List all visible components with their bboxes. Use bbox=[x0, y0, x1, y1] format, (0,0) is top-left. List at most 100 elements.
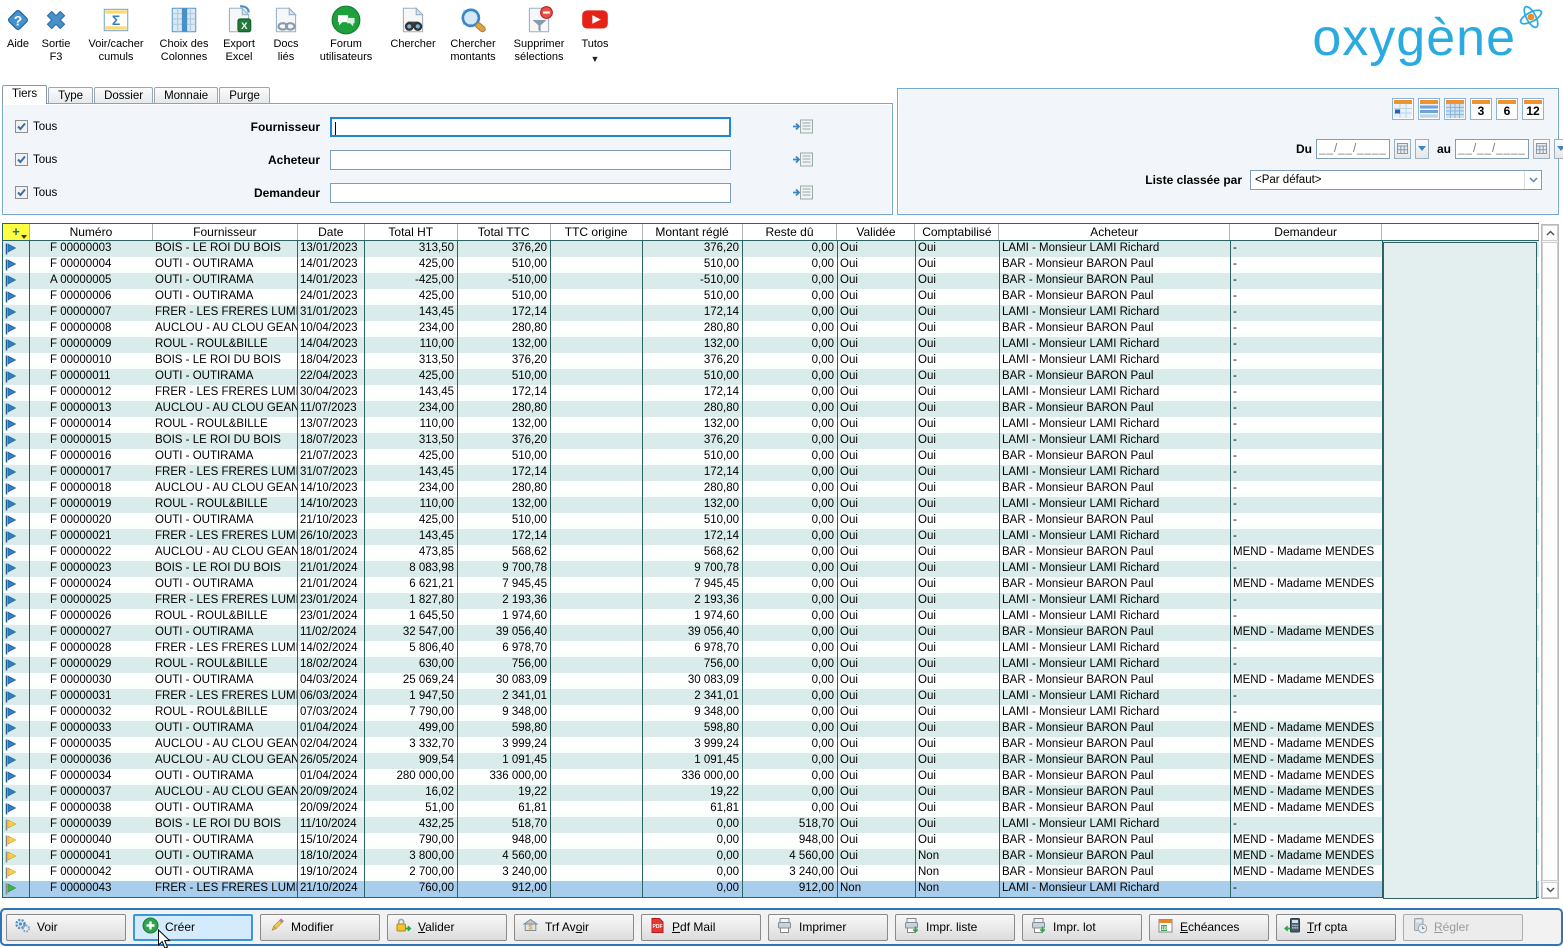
vertical-scrollbar[interactable] bbox=[1541, 224, 1559, 899]
picklist-icon-fournisseur[interactable] bbox=[792, 118, 814, 135]
column-header-reste-du[interactable]: Reste dû bbox=[743, 224, 838, 240]
table-row[interactable]: F 00000038OUTI - OUTIRAMA20/09/202451,00… bbox=[3, 801, 1539, 817]
picklist-icon-acheteur[interactable] bbox=[792, 151, 814, 168]
table-row[interactable]: F 00000004OUTI - OUTIRAMA14/01/2023425,0… bbox=[3, 257, 1539, 273]
period-day-button[interactable] bbox=[1392, 98, 1414, 120]
creer-button[interactable]: Créer bbox=[133, 914, 253, 941]
add-row-header-button[interactable]: + bbox=[3, 224, 30, 240]
table-row[interactable]: F 00000032ROUL - ROUL&BILLE07/03/20247 7… bbox=[3, 705, 1539, 721]
tab-tiers[interactable]: Tiers bbox=[2, 85, 47, 104]
table-row[interactable]: F 00000011OUTI - OUTIRAMA22/04/2023425,0… bbox=[3, 369, 1539, 385]
valider-button[interactable]: Valider bbox=[387, 914, 507, 941]
table-row[interactable]: F 00000020OUTI - OUTIRAMA21/10/2023425,0… bbox=[3, 513, 1539, 529]
column-header-date[interactable]: Date bbox=[298, 224, 365, 240]
date-to-calendar-button[interactable] bbox=[1533, 139, 1550, 159]
scrollbar-thumb[interactable] bbox=[1542, 242, 1558, 881]
column-header-montant-regle[interactable]: Montant réglé bbox=[643, 224, 743, 240]
acheteur-input[interactable] bbox=[330, 150, 731, 170]
table-row[interactable]: F 00000039BOIS - LE ROI DU BOIS11/10/202… bbox=[3, 817, 1539, 833]
voir-button[interactable]: Voir bbox=[6, 914, 126, 941]
trf-avoir-button[interactable]: $Trf Avoir bbox=[514, 914, 634, 941]
table-row[interactable]: F 00000026ROUL - ROUL&BILLE23/01/20241 6… bbox=[3, 609, 1539, 625]
pdf-mail-button[interactable]: PDFPdf Mail bbox=[641, 914, 761, 941]
table-row[interactable]: F 00000043FRER - LES FRERES LUMI21/10/20… bbox=[3, 881, 1539, 897]
date-to-dropdown-button[interactable] bbox=[1554, 139, 1563, 159]
table-row[interactable]: F 00000006OUTI - OUTIRAMA24/01/2023425,0… bbox=[3, 289, 1539, 305]
toolbar-button-forum-utilisateurs[interactable]: Forum utilisateurs bbox=[309, 4, 383, 63]
picklist-icon-demandeur[interactable] bbox=[792, 184, 814, 201]
table-row[interactable]: F 00000003BOIS - LE ROI DU BOIS13/01/202… bbox=[3, 241, 1539, 257]
column-header-ttc-origine[interactable]: TTC origine bbox=[551, 224, 643, 240]
scroll-up-button[interactable] bbox=[1542, 225, 1558, 241]
sort-select[interactable]: <Par défaut> bbox=[1250, 170, 1542, 190]
toolbar-button-tutos[interactable]: Tutos▼ bbox=[575, 4, 615, 64]
toolbar-button-export-excel[interactable]: XExport Excel bbox=[215, 4, 263, 63]
table-row[interactable]: F 00000010BOIS - LE ROI DU BOIS18/04/202… bbox=[3, 353, 1539, 369]
column-header-numero[interactable]: Numéro bbox=[30, 224, 153, 240]
table-row[interactable]: F 00000033OUTI - OUTIRAMA01/04/2024499,0… bbox=[3, 721, 1539, 737]
toolbar-button-chercher[interactable]: Chercher bbox=[386, 4, 440, 51]
demandeur-input[interactable] bbox=[330, 183, 731, 203]
chevron-down-icon[interactable]: ▼ bbox=[591, 54, 600, 64]
table-row[interactable]: F 00000040OUTI - OUTIRAMA15/10/2024790,0… bbox=[3, 833, 1539, 849]
tous-checkbox-fournisseur[interactable] bbox=[15, 120, 28, 133]
impr-lot-button[interactable]: Impr. lot bbox=[1022, 914, 1142, 941]
toolbar-button-chercher-montants[interactable]: Chercher montants bbox=[443, 4, 503, 63]
period-6-months-button[interactable]: 6 bbox=[1496, 98, 1518, 120]
table-row[interactable]: F 00000035AUCLOU - AU CLOU GEAN02/04/202… bbox=[3, 737, 1539, 753]
date-from-calendar-button[interactable] bbox=[1394, 139, 1411, 159]
trf-cpta-button[interactable]: Trf cpta bbox=[1276, 914, 1396, 941]
column-header-demandeur[interactable]: Demandeur bbox=[1230, 224, 1382, 240]
tab-type[interactable]: Type bbox=[48, 87, 93, 104]
table-row[interactable]: F 00000007FRER - LES FRERES LUMI31/01/20… bbox=[3, 305, 1539, 321]
table-row[interactable]: F 00000019ROUL - ROUL&BILLE14/10/2023110… bbox=[3, 497, 1539, 513]
table-row[interactable]: F 00000014ROUL - ROUL&BILLE13/07/2023110… bbox=[3, 417, 1539, 433]
toolbar-button-supprimer-selections[interactable]: Supprimer sélections bbox=[506, 4, 572, 63]
table-row[interactable]: F 00000036AUCLOU - AU CLOU GEAN26/05/202… bbox=[3, 753, 1539, 769]
impr-liste-button[interactable]: Impr. liste bbox=[895, 914, 1015, 941]
toolbar-button-aide[interactable]: ?Aide bbox=[3, 4, 33, 51]
table-row[interactable]: F 00000031FRER - LES FRERES LUMI06/03/20… bbox=[3, 689, 1539, 705]
table-row[interactable]: F 00000008AUCLOU - AU CLOU GEAN10/04/202… bbox=[3, 321, 1539, 337]
scroll-down-button[interactable] bbox=[1542, 882, 1558, 898]
toolbar-button-choix-des-colonnes[interactable]: Choix des Colonnes bbox=[156, 4, 212, 63]
table-row[interactable]: F 00000027OUTI - OUTIRAMA11/02/202432 54… bbox=[3, 625, 1539, 641]
column-header-validee[interactable]: Validée bbox=[837, 224, 915, 240]
tous-checkbox-acheteur[interactable] bbox=[15, 153, 28, 166]
toolbar-button-voir-cacher-cumuls[interactable]: ΣVoir/cacher cumuls bbox=[79, 4, 153, 63]
table-row[interactable]: F 00000017FRER - LES FRERES LUMI31/07/20… bbox=[3, 465, 1539, 481]
period-3-months-button[interactable]: 3 bbox=[1470, 98, 1492, 120]
echeances-button[interactable]: 18Echéances bbox=[1149, 914, 1269, 941]
tous-checkbox-demandeur[interactable] bbox=[15, 186, 28, 199]
table-row[interactable]: F 00000015BOIS - LE ROI DU BOIS18/07/202… bbox=[3, 433, 1539, 449]
column-header-comptabilise[interactable]: Comptabilisé bbox=[915, 224, 999, 240]
column-header-fournisseur[interactable]: Fournisseur bbox=[153, 224, 298, 240]
table-row[interactable]: F 00000021FRER - LES FRERES LUMI26/10/20… bbox=[3, 529, 1539, 545]
table-row[interactable]: F 00000034OUTI - OUTIRAMA01/04/2024280 0… bbox=[3, 769, 1539, 785]
table-row[interactable]: F 00000029ROUL - ROUL&BILLE18/02/2024630… bbox=[3, 657, 1539, 673]
date-from-dropdown-button[interactable] bbox=[1415, 139, 1429, 159]
tab-monnaie[interactable]: Monnaie bbox=[154, 87, 218, 104]
table-row[interactable]: F 00000013AUCLOU - AU CLOU GEAN11/07/202… bbox=[3, 401, 1539, 417]
fournisseur-input[interactable] bbox=[330, 117, 731, 137]
table-row[interactable]: F 00000018AUCLOU - AU CLOU GEAN14/10/202… bbox=[3, 481, 1539, 497]
table-row[interactable]: F 00000024OUTI - OUTIRAMA21/01/20246 621… bbox=[3, 577, 1539, 593]
table-row[interactable]: F 00000028FRER - LES FRERES LUMI14/02/20… bbox=[3, 641, 1539, 657]
table-row[interactable]: F 00000012FRER - LES FRERES LUMI30/04/20… bbox=[3, 385, 1539, 401]
tab-dossier[interactable]: Dossier bbox=[94, 87, 153, 104]
imprimer-button[interactable]: Imprimer bbox=[768, 914, 888, 941]
column-header-acheteur[interactable]: Acheteur bbox=[999, 224, 1230, 240]
tab-purge[interactable]: Purge bbox=[219, 87, 270, 104]
date-from-input[interactable]: __/__/____ bbox=[1316, 139, 1390, 159]
table-row[interactable]: F 00000016OUTI - OUTIRAMA21/07/2023425,0… bbox=[3, 449, 1539, 465]
table-row[interactable]: F 00000042OUTI - OUTIRAMA19/10/20242 700… bbox=[3, 865, 1539, 881]
period-week-button[interactable] bbox=[1418, 98, 1440, 120]
table-row[interactable]: F 00000022AUCLOU - AU CLOU GEAN18/01/202… bbox=[3, 545, 1539, 561]
table-row[interactable]: F 00000030OUTI - OUTIRAMA04/03/202425 06… bbox=[3, 673, 1539, 689]
table-row[interactable]: F 00000037AUCLOU - AU CLOU GEAN20/09/202… bbox=[3, 785, 1539, 801]
table-row[interactable]: F 00000009ROUL - ROUL&BILLE14/04/2023110… bbox=[3, 337, 1539, 353]
toolbar-button-sortie-f3[interactable]: Sortie F3 bbox=[36, 4, 76, 63]
table-row[interactable]: F 00000041OUTI - OUTIRAMA18/10/20243 800… bbox=[3, 849, 1539, 865]
period-month-button[interactable] bbox=[1444, 98, 1466, 120]
toolbar-button-docs-lies[interactable]: Docs liés bbox=[266, 4, 306, 63]
